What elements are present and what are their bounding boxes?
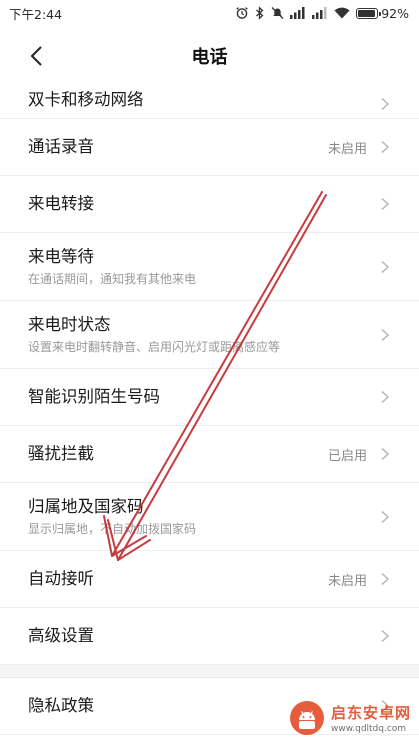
setting-title: 归属地及国家码: [28, 497, 144, 516]
setting-title: 高级设置: [28, 626, 94, 645]
signal-icon-sim2: [312, 7, 327, 19]
chevron-right-icon: [381, 510, 390, 523]
wifi-icon: [334, 7, 350, 19]
setting-title: 来电等待: [28, 247, 94, 266]
chevron-right-icon: [381, 97, 390, 111]
setting-title: 通话录音: [28, 137, 94, 156]
setting-title: 双卡和移动网络: [28, 90, 144, 109]
status-icons: 92%: [235, 6, 409, 21]
setting-subtitle: 在通话期间，通知我有其他来电: [28, 272, 197, 286]
watermark-brand: 启东安卓网: [330, 704, 411, 722]
section-divider: [0, 665, 419, 678]
setting-subtitle: 设置来电时翻转静音、启用闪光灯或距离感应等: [28, 340, 281, 354]
setting-title: 来电转接: [28, 194, 94, 213]
watermark-url: www.qdltdq.com: [330, 724, 407, 734]
setting-advanced[interactable]: 高级设置: [0, 608, 419, 665]
chevron-right-icon: [381, 390, 390, 404]
back-button[interactable]: [22, 42, 50, 70]
battery-icon: [356, 7, 382, 19]
signal-icon-sim1: [290, 7, 305, 19]
setting-location-country-code[interactable]: 归属地及国家码 显示归属地，不自动加拨国家码: [0, 483, 419, 551]
chevron-right-icon: [381, 140, 390, 154]
watermark: 启东安卓网 www.qdltdq.com: [289, 700, 411, 736]
chevron-right-icon: [381, 328, 390, 341]
setting-call-waiting[interactable]: 来电等待 在通话期间，通知我有其他来电: [0, 233, 419, 301]
chevron-right-icon: [381, 572, 390, 586]
setting-smart-caller-id[interactable]: 智能识别陌生号码: [0, 369, 419, 426]
setting-status: 未启用: [327, 573, 367, 589]
setting-incoming-call-status[interactable]: 来电时状态 设置来电时翻转静音、启用闪光灯或距离感应等: [0, 301, 419, 369]
status-time: 下午2:44: [9, 6, 63, 22]
battery-fill: [358, 9, 375, 17]
setting-call-forwarding[interactable]: 来电转接: [0, 176, 419, 233]
setting-dual-sim[interactable]: 双卡和移动网络: [0, 86, 419, 119]
setting-title: 智能识别陌生号码: [28, 387, 160, 406]
page-title: 电话: [191, 47, 228, 68]
setting-title: 隐私政策: [28, 696, 94, 715]
chevron-right-icon: [381, 260, 390, 273]
setting-title: 骚扰拦截: [28, 444, 94, 463]
setting-title: 自动接听: [28, 569, 94, 588]
battery-percent: 92%: [381, 5, 409, 21]
setting-status: 已启用: [327, 448, 367, 464]
setting-title: 来电时状态: [28, 315, 111, 334]
mute-icon: [271, 7, 284, 19]
android-logo-icon: [289, 701, 324, 735]
chevron-right-icon: [381, 447, 390, 461]
nav-bar: 电话: [0, 26, 419, 86]
battery-indicator: 92%: [356, 6, 409, 21]
setting-auto-answer[interactable]: 自动接听 未启用: [0, 551, 419, 608]
alarm-icon: [236, 7, 249, 19]
setting-subtitle: 显示归属地，不自动加拨国家码: [28, 522, 197, 536]
settings-list: 双卡和移动网络 通话录音 未启用 来电转接 来电等待 在通话期间，通知我有其他来…: [0, 86, 419, 735]
setting-harassment-block[interactable]: 骚扰拦截 已启用: [0, 426, 419, 483]
phone-settings-screen: 下午2:44 92% 电话 双卡和移动网络 通话录音 未启用 来电转接 来电等待…: [0, 0, 419, 744]
setting-call-recording[interactable]: 通话录音 未启用: [0, 119, 419, 176]
chevron-right-icon: [381, 629, 390, 643]
chevron-right-icon: [381, 197, 390, 211]
setting-status: 未启用: [327, 141, 367, 157]
status-bar: 下午2:44 92%: [0, 0, 419, 26]
bluetooth-icon: [256, 6, 264, 20]
chevron-left-icon: [30, 46, 42, 66]
